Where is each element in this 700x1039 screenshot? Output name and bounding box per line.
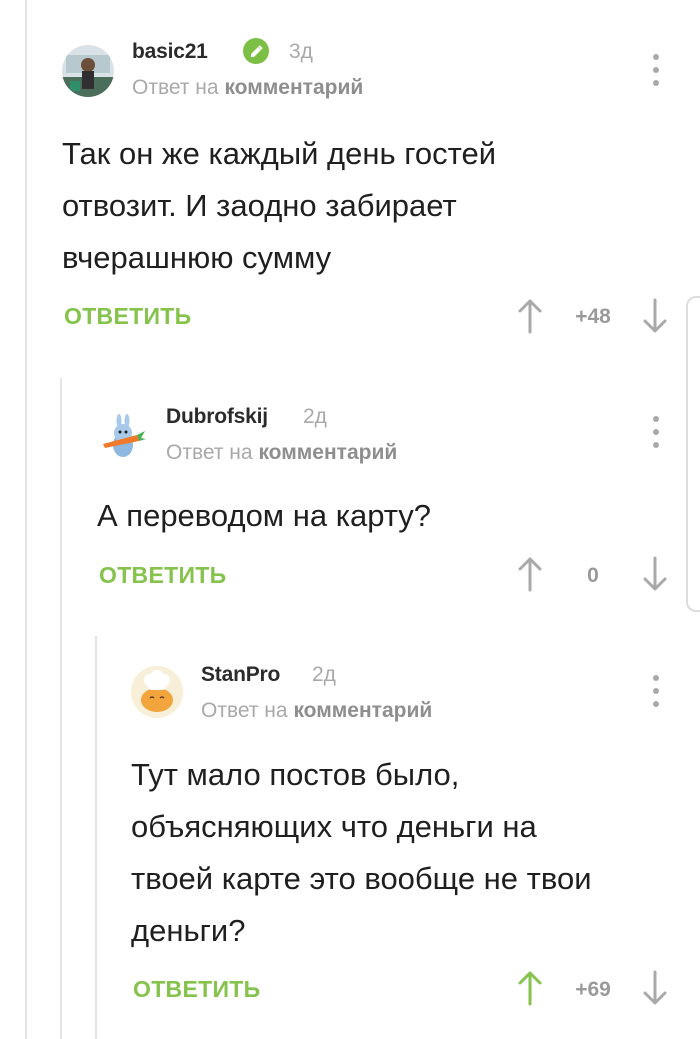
vote-score: +69 (575, 978, 611, 1001)
arrow-up-icon[interactable] (515, 970, 545, 1006)
scrollbar[interactable] (686, 296, 700, 612)
comment-body-line: Так он же каждый день гостей (62, 136, 497, 171)
reply-to: Ответ на комментарий (132, 76, 363, 100)
comment-time: 2д (312, 663, 336, 686)
thread-line-level-1 (60, 378, 62, 1039)
vote-score: 0 (587, 564, 599, 587)
thread-line-level-0 (25, 0, 27, 1039)
reply-to-link[interactable]: комментарий (293, 699, 432, 722)
vote-score: +48 (575, 305, 611, 328)
comment-body: Тут мало постов было, объясняющих что де… (131, 749, 676, 957)
more-vertical-icon[interactable] (649, 414, 663, 450)
avatar[interactable] (131, 666, 183, 718)
reply-button[interactable]: ОТВЕТИТЬ (64, 303, 191, 330)
author-name[interactable]: StanPro (201, 663, 280, 687)
verified-check-icon (243, 38, 269, 64)
reply-button[interactable]: ОТВЕТИТЬ (133, 976, 260, 1003)
reply-button[interactable]: ОТВЕТИТЬ (99, 562, 226, 589)
more-vertical-icon[interactable] (649, 673, 663, 709)
arrow-down-icon[interactable] (640, 970, 670, 1006)
comment-body: А переводом на карту? (97, 490, 657, 542)
comment-body-line: твоей карте это вообще не твои (131, 861, 592, 896)
avatar[interactable] (97, 411, 149, 463)
reply-to: Ответ на комментарий (201, 699, 432, 723)
reply-to-prefix: Ответ на (166, 441, 253, 464)
comment-body-line: Тут мало постов было, (131, 757, 460, 792)
comment-body-line: деньги? (131, 913, 246, 948)
comment-time: 2д (303, 405, 327, 428)
avatar[interactable] (62, 45, 114, 97)
reply-to-link[interactable]: комментарий (258, 441, 397, 464)
reply-to-link[interactable]: комментарий (224, 76, 363, 99)
comment-time: 3д (289, 40, 313, 63)
author-name[interactable]: Dubrofskij (166, 405, 268, 429)
arrow-down-icon[interactable] (640, 298, 670, 334)
arrow-down-icon[interactable] (640, 556, 670, 592)
comment-body-line: объясняющих что деньги на (131, 809, 537, 844)
comment-body-line: отвозит. И заодно забирает (62, 188, 457, 223)
thread-line-level-2 (95, 636, 97, 1039)
more-vertical-icon[interactable] (649, 52, 663, 88)
reply-to: Ответ на комментарий (166, 441, 397, 465)
reply-to-prefix: Ответ на (201, 699, 288, 722)
reply-to-prefix: Ответ на (132, 76, 219, 99)
author-name[interactable]: basic21 (132, 40, 208, 64)
arrow-up-icon[interactable] (515, 556, 545, 592)
comment-body-line: вчерашнюю сумму (62, 240, 332, 275)
comment-body-line: А переводом на карту? (97, 498, 432, 533)
comment-body: Так он же каждый день гостей отвозит. И … (62, 128, 662, 284)
arrow-up-icon[interactable] (515, 298, 545, 334)
